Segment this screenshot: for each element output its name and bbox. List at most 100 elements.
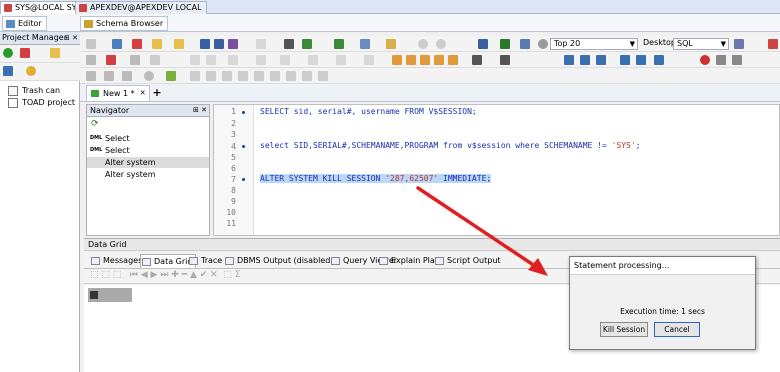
navigator-item[interactable]: DML Select [87, 133, 209, 144]
save-icon[interactable] [200, 39, 210, 49]
step-icon[interactable] [206, 71, 216, 81]
format-icon[interactable] [434, 55, 444, 65]
comment-icon[interactable] [654, 55, 664, 65]
back-icon[interactable] [86, 39, 96, 49]
database-icon[interactable] [26, 66, 36, 76]
desktop-settings-icon[interactable] [734, 39, 744, 49]
tab-schema-browser[interactable]: Schema Browser [80, 16, 169, 31]
tool-icon[interactable] [228, 55, 238, 65]
kill-session-button[interactable]: Kill Session [600, 322, 648, 337]
breakpoint-icon[interactable] [700, 55, 710, 65]
add-tab-button[interactable]: + [152, 86, 162, 100]
close-icon[interactable] [132, 39, 142, 49]
refresh-icon[interactable]: ⟳ [91, 119, 101, 129]
edit-icon[interactable] [386, 39, 396, 49]
project-item-trash[interactable]: Trash can [8, 85, 60, 97]
step-icon[interactable] [222, 71, 232, 81]
step-icon[interactable] [270, 71, 280, 81]
add-icon[interactable] [3, 48, 13, 58]
step-icon[interactable] [238, 71, 248, 81]
folder-icon[interactable] [50, 48, 60, 58]
close-icon[interactable]: ✕ [140, 86, 146, 101]
folder-icon[interactable] [174, 39, 184, 49]
sql-icon[interactable] [500, 39, 510, 49]
close-icon[interactable] [768, 39, 778, 49]
tab-explain-plan[interactable]: Explain Plan [378, 254, 440, 268]
find-icon[interactable] [500, 55, 510, 65]
cut-icon[interactable] [256, 39, 266, 49]
tab-dbms-output[interactable]: DBMS Output (disabled) [224, 254, 333, 268]
step-icon[interactable] [302, 71, 312, 81]
tool-icon[interactable] [122, 71, 132, 81]
step-icon[interactable] [130, 55, 140, 65]
binoculars-icon[interactable] [472, 55, 482, 65]
grid-icon[interactable] [334, 39, 344, 49]
desktop-combo[interactable]: SQL ▼ [673, 38, 729, 50]
format-icon[interactable] [392, 55, 402, 65]
tool-icon[interactable] [206, 55, 216, 65]
project-manager-toolbar [0, 45, 80, 63]
commit-icon[interactable] [418, 39, 428, 49]
sql-editor[interactable]: 1 2 3 4 5 6 7 8 9 10 11 SELECT sid, seri… [213, 104, 780, 236]
step-icon[interactable] [318, 71, 328, 81]
step-icon[interactable] [190, 71, 200, 81]
panel-pin-close-icon[interactable]: ⊞ ✕ [193, 105, 207, 116]
print-icon[interactable] [284, 39, 294, 49]
tool-icon[interactable] [228, 39, 238, 49]
tab-label: Messages [103, 256, 143, 265]
editor-tab-new1[interactable]: New 1 * ✕ [86, 85, 150, 101]
run-icon[interactable] [86, 55, 96, 65]
tool-icon[interactable] [86, 71, 96, 81]
tab-messages[interactable]: Messages [90, 254, 142, 268]
step-icon[interactable] [286, 71, 296, 81]
cancel-button[interactable]: Cancel [654, 322, 700, 337]
debug-icon[interactable] [716, 55, 726, 65]
stop-icon[interactable] [106, 55, 116, 65]
indent-icon[interactable] [620, 55, 630, 65]
outdent-icon[interactable] [636, 55, 646, 65]
code-text: select SID,SERIAL#,SCHEMANAME,PROGRAM fr… [260, 141, 612, 150]
macro-icon[interactable] [166, 71, 176, 81]
grid-toolbar-icons[interactable]: ⬚ ⬚ ⬚ ⏮ ◀ ▶ ⏭ ✚ ━ ▲ ✔ ✕ ⬚ Σ [90, 270, 240, 280]
tool-icon[interactable] [364, 55, 374, 65]
navigator-item[interactable]: DML Select [87, 145, 209, 156]
search-icon[interactable] [538, 39, 548, 49]
explain-icon[interactable] [150, 55, 160, 65]
tool-icon[interactable] [280, 55, 290, 65]
delete-icon[interactable] [20, 48, 30, 58]
new-editor-icon[interactable] [112, 39, 122, 49]
open-folder-icon[interactable] [152, 39, 162, 49]
record-icon[interactable] [144, 71, 154, 81]
tab-trace[interactable]: Trace [188, 254, 222, 268]
calendar-icon[interactable] [520, 39, 530, 49]
tab-editor[interactable]: Editor [2, 16, 47, 31]
connection-tab-sys[interactable]: SYS@LOCAL SYS [0, 1, 87, 14]
format-icon[interactable] [420, 55, 430, 65]
tab-script-output[interactable]: Script Output [434, 254, 501, 268]
rollback-icon[interactable] [436, 39, 446, 49]
tool-icon[interactable] [336, 55, 346, 65]
navigator-item-selected[interactable]: Alter system [87, 157, 209, 168]
grid-icon[interactable] [3, 66, 13, 76]
format-icon[interactable] [448, 55, 458, 65]
line-number: 4 [231, 142, 236, 151]
schema-icon[interactable] [360, 39, 370, 49]
project-item-toad[interactable]: TOAD project [8, 97, 75, 109]
connection-tab-apexdev[interactable]: APEXDEV@APEXDEV LOCAL [75, 1, 207, 14]
navigator-item[interactable]: Alter system [87, 169, 209, 180]
sql-icon[interactable] [478, 39, 488, 49]
grid-icon[interactable] [302, 39, 312, 49]
top-n-combo[interactable]: Top 20 ▼ [550, 38, 638, 50]
debug-icon[interactable] [732, 55, 742, 65]
tool-icon[interactable] [190, 55, 200, 65]
save-all-icon[interactable] [214, 39, 224, 49]
case-icon[interactable] [580, 55, 590, 65]
case-icon[interactable] [564, 55, 574, 65]
format-icon[interactable] [406, 55, 416, 65]
case-icon[interactable] [596, 55, 606, 65]
tool-icon[interactable] [308, 55, 318, 65]
panel-pin-close-icon[interactable]: ⊞ ✕ [64, 32, 78, 44]
tool-icon[interactable] [256, 55, 266, 65]
tool-icon[interactable] [104, 71, 114, 81]
step-icon[interactable] [254, 71, 264, 81]
